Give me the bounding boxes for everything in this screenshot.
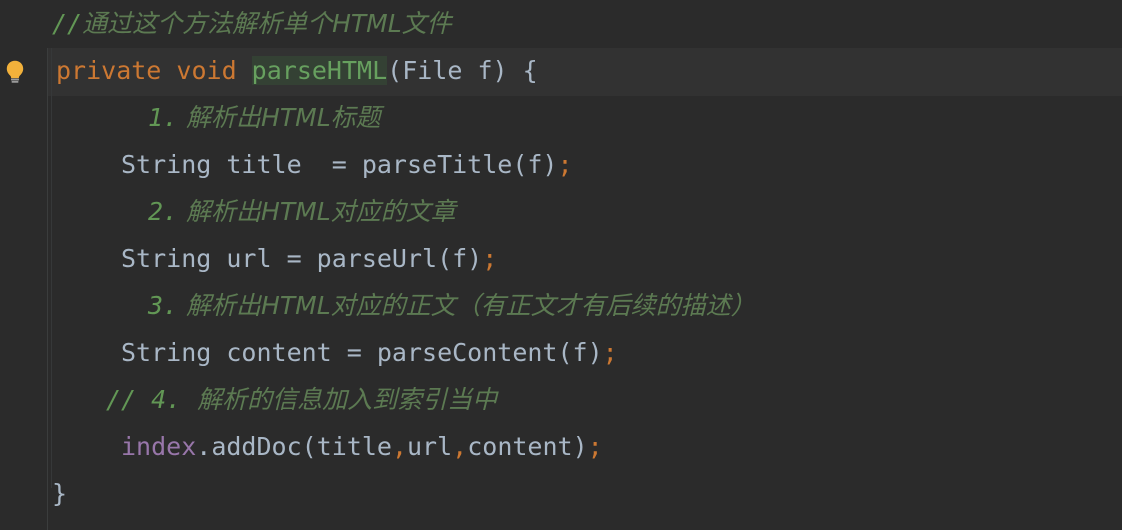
code-line[interactable]: 2. 解析出HTML对应的文章: [0, 188, 1122, 235]
token-punct: ,: [391, 432, 407, 461]
code-line[interactable]: 3. 解析出HTML对应的正文（有正文才有后续的描述）: [0, 282, 1122, 329]
token-comment: 2.: [148, 197, 179, 226]
token-plain: content): [467, 432, 588, 461]
token-comment: 1.: [148, 103, 179, 132]
code-line[interactable]: String title = parseTitle(f);: [0, 141, 1122, 188]
token-punct: ;: [557, 150, 573, 179]
token-comment-cjk: 解析的信息加入到索引当中: [181, 385, 498, 414]
token-comment: // 4.: [106, 385, 182, 414]
code-line-content: String url = parseUrl(f);: [121, 235, 497, 282]
code-editor[interactable]: ////// //通过这个方法解析单个HTML文件private void pa…: [0, 0, 1122, 530]
code-line[interactable]: String content = parseContent(f);: [0, 329, 1122, 376]
token-plain: url: [407, 432, 453, 461]
code-text-layer[interactable]: //通过这个方法解析单个HTML文件 private void parseHTML…: [0, 0, 1122, 530]
token-plain: String url = parseUrl(f): [121, 244, 483, 273]
code-line[interactable]: index.addDoc(title,url,content);: [0, 423, 1122, 470]
token-punct: ;: [482, 244, 498, 273]
token-method-highlighted: parseHTML: [251, 56, 388, 85]
token-punct: ;: [587, 432, 603, 461]
code-line-content: }: [52, 470, 67, 517]
code-line[interactable]: String url = parseUrl(f);: [0, 235, 1122, 282]
code-line-content: 3. 解析出HTML对应的正文（有正文才有后续的描述）: [148, 282, 756, 329]
token-plain: String title = parseTitle(f): [121, 150, 558, 179]
code-line-content: //通过这个方法解析单个HTML文件: [52, 0, 452, 47]
code-line-content: index.addDoc(title,url,content);: [121, 423, 603, 470]
token-comment-cjk: 通过这个方法解析单个HTML文件: [82, 9, 452, 38]
token-plain: String content = parseContent(f): [121, 338, 603, 367]
token-punct: ,: [452, 432, 468, 461]
code-line[interactable]: //通过这个方法解析单个HTML文件: [0, 0, 1122, 47]
token-plain: .addDoc(title: [196, 432, 392, 461]
code-line[interactable]: }: [0, 470, 1122, 517]
token-keyword: private void: [56, 56, 252, 85]
code-line[interactable]: // 4. 解析的信息加入到索引当中: [0, 376, 1122, 423]
token-comment-cjk: 解析出HTML对应的正文（有正文才有后续的描述）: [178, 291, 756, 320]
token-plain: (File f) {: [387, 56, 538, 85]
code-line-content: 2. 解析出HTML对应的文章: [148, 188, 456, 235]
code-line-content: String title = parseTitle(f);: [121, 141, 573, 188]
token-comment: //: [52, 9, 83, 38]
code-line-content: 1. 解析出HTML标题: [148, 94, 381, 141]
code-line-content: // 4. 解析的信息加入到索引当中: [106, 376, 497, 423]
code-line-content: private void parseHTML(File f) {: [56, 47, 538, 94]
code-line-content: String content = parseContent(f);: [121, 329, 618, 376]
token-plain: }: [52, 479, 68, 508]
token-comment-cjk: 解析出HTML标题: [178, 103, 381, 132]
token-comment-cjk: 解析出HTML对应的文章: [178, 197, 456, 226]
code-line[interactable]: 1. 解析出HTML标题: [0, 94, 1122, 141]
lightbulb-icon[interactable]: [4, 52, 26, 83]
token-comment: 3.: [148, 291, 179, 320]
token-field: index: [121, 432, 197, 461]
token-punct: ;: [602, 338, 618, 367]
code-line[interactable]: private void parseHTML(File f) {: [0, 47, 1122, 94]
